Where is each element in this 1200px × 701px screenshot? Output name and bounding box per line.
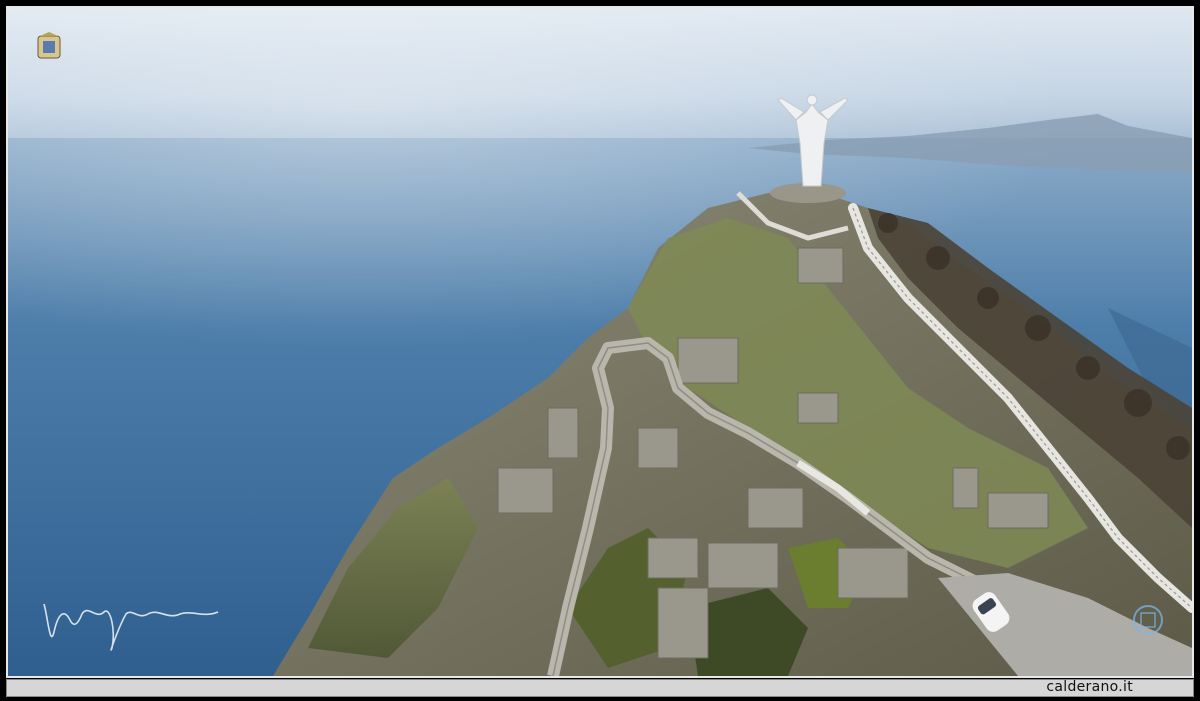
screenshot-frame: calderano.it xyxy=(0,0,1200,701)
coat-of-arms-icon xyxy=(37,32,61,59)
footer-bar: calderano.it xyxy=(6,679,1194,697)
photo-frame xyxy=(6,6,1194,678)
aerial-photo xyxy=(8,8,1192,676)
credit-text: calderano.it xyxy=(1046,679,1133,695)
